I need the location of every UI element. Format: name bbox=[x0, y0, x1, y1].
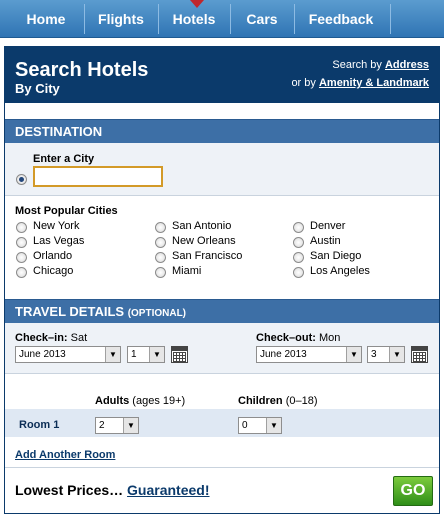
checkin-date-value: 1 bbox=[131, 349, 137, 360]
chevron-down-icon: ▼ bbox=[105, 347, 120, 362]
adults-select[interactable]: 2 ▼ bbox=[95, 417, 139, 434]
chevron-down-icon: ▼ bbox=[266, 418, 281, 433]
city-radio-denver[interactable] bbox=[293, 222, 304, 233]
checkout-calendar-icon[interactable] bbox=[411, 346, 428, 363]
search-hotels-panel: Search Hotels By City Search by Address … bbox=[4, 46, 440, 514]
checkout-label: Check–out: bbox=[256, 332, 316, 344]
room-label: Room 1 bbox=[19, 419, 60, 431]
city-label: New Orleans bbox=[172, 235, 236, 247]
chevron-down-icon: ▼ bbox=[123, 418, 138, 433]
destination-section-title: DESTINATION bbox=[15, 124, 103, 139]
nav-flights[interactable]: Flights bbox=[88, 0, 154, 38]
search-by-prefix: Search by bbox=[332, 59, 382, 71]
lowest-prices-text: Lowest Prices… Guaranteed! bbox=[15, 482, 210, 498]
nav-feedback[interactable]: Feedback bbox=[298, 0, 384, 38]
checkin-day: Sat bbox=[70, 332, 88, 344]
chevron-down-icon: ▼ bbox=[389, 347, 404, 362]
top-navigation: Home Flights Hotels Cars Feedback bbox=[0, 0, 444, 38]
city-label: Chicago bbox=[33, 265, 74, 277]
checkout-date-select[interactable]: 3 ▼ bbox=[367, 346, 405, 363]
city-radio-new-orleans[interactable] bbox=[155, 237, 166, 248]
destination-section-header: DESTINATION bbox=[5, 119, 439, 143]
or-by-line: or by Amenity & Landmark bbox=[291, 77, 429, 89]
optional-label: (OPTIONAL) bbox=[127, 308, 187, 319]
amenity-landmark-link[interactable]: Amenity & Landmark bbox=[319, 77, 429, 89]
checkin-label-group: Check–in: Sat bbox=[15, 332, 87, 344]
city-input[interactable] bbox=[33, 166, 163, 187]
children-label: Children bbox=[238, 395, 283, 407]
divider bbox=[5, 373, 439, 374]
checkin-calendar-icon[interactable] bbox=[171, 346, 188, 363]
city-radio-miami[interactable] bbox=[155, 267, 166, 278]
checkout-label-group: Check–out: Mon bbox=[256, 332, 340, 344]
page-title: Search Hotels bbox=[15, 59, 149, 81]
nav-separator bbox=[158, 4, 159, 34]
panel-header: Search Hotels By City Search by Address … bbox=[5, 47, 439, 103]
city-label: San Francisco bbox=[172, 250, 243, 262]
checkout-date-value: 3 bbox=[371, 349, 377, 360]
enter-city-radio[interactable] bbox=[16, 174, 27, 185]
city-radio-austin[interactable] bbox=[293, 237, 304, 248]
checkin-date-select[interactable]: 1 ▼ bbox=[127, 346, 165, 363]
enter-city-label: Enter a City bbox=[33, 153, 95, 165]
city-label: San Diego bbox=[310, 250, 362, 262]
city-radio-orlando[interactable] bbox=[16, 252, 27, 263]
children-hint: (0–18) bbox=[285, 395, 318, 407]
chevron-down-icon: ▼ bbox=[149, 347, 164, 362]
city-radio-new-york[interactable] bbox=[16, 222, 27, 233]
nav-separator bbox=[230, 4, 231, 34]
lowest-prices-label: Lowest Prices… bbox=[15, 482, 124, 498]
checkout-day: Mon bbox=[318, 332, 341, 344]
go-button[interactable]: GO bbox=[393, 476, 433, 506]
checkin-month-select[interactable]: June 2013 ▼ bbox=[15, 346, 121, 363]
divider bbox=[5, 195, 439, 196]
children-select[interactable]: 0 ▼ bbox=[238, 417, 282, 434]
city-radio-las-vegas[interactable] bbox=[16, 237, 27, 248]
checkin-month-value: June 2013 bbox=[19, 349, 66, 360]
nav-separator bbox=[294, 4, 295, 34]
adults-value: 2 bbox=[99, 420, 105, 431]
add-another-room-link[interactable]: Add Another Room bbox=[15, 449, 115, 461]
nav-cars[interactable]: Cars bbox=[234, 0, 290, 38]
nav-separator bbox=[390, 4, 391, 34]
checkout-month-select[interactable]: June 2013 ▼ bbox=[256, 346, 362, 363]
travel-section-title: TRAVEL DETAILS bbox=[15, 304, 125, 319]
chevron-down-icon: ▼ bbox=[346, 347, 361, 362]
city-radio-los-angeles[interactable] bbox=[293, 267, 304, 278]
popular-cities-label: Most Popular Cities bbox=[15, 205, 118, 217]
city-label: San Antonio bbox=[172, 220, 232, 232]
city-label: Miami bbox=[172, 265, 202, 277]
children-header: Children (0–18) bbox=[238, 395, 317, 407]
adults-hint: (ages 19+) bbox=[132, 395, 186, 407]
adults-label: Adults bbox=[95, 395, 130, 407]
city-label: Denver bbox=[310, 220, 346, 232]
travel-details-section-header: TRAVEL DETAILS (OPTIONAL) bbox=[5, 299, 439, 323]
city-label: New York bbox=[33, 220, 80, 232]
search-by-address-link[interactable]: Address bbox=[385, 59, 429, 71]
city-label: Orlando bbox=[33, 250, 73, 262]
checkin-label: Check–in: bbox=[15, 332, 68, 344]
nav-home[interactable]: Home bbox=[14, 0, 78, 38]
city-label: Las Vegas bbox=[33, 235, 85, 247]
adults-header: Adults (ages 19+) bbox=[95, 395, 185, 407]
nav-separator bbox=[84, 4, 85, 34]
active-tab-pointer-icon bbox=[190, 0, 204, 8]
guaranteed-link[interactable]: Guaranteed! bbox=[127, 482, 209, 498]
children-value: 0 bbox=[242, 420, 248, 431]
or-by-prefix: or by bbox=[291, 77, 316, 89]
checkout-month-value: June 2013 bbox=[260, 349, 307, 360]
city-label: Austin bbox=[310, 235, 341, 247]
room-row bbox=[5, 409, 439, 437]
city-radio-chicago[interactable] bbox=[16, 267, 27, 278]
city-label: Los Angeles bbox=[310, 265, 370, 277]
city-radio-san-antonio[interactable] bbox=[155, 222, 166, 233]
city-radio-san-diego[interactable] bbox=[293, 252, 304, 263]
city-radio-san-francisco[interactable] bbox=[155, 252, 166, 263]
page-subtitle: By City bbox=[15, 81, 60, 96]
search-by-line: Search by Address bbox=[332, 59, 429, 71]
